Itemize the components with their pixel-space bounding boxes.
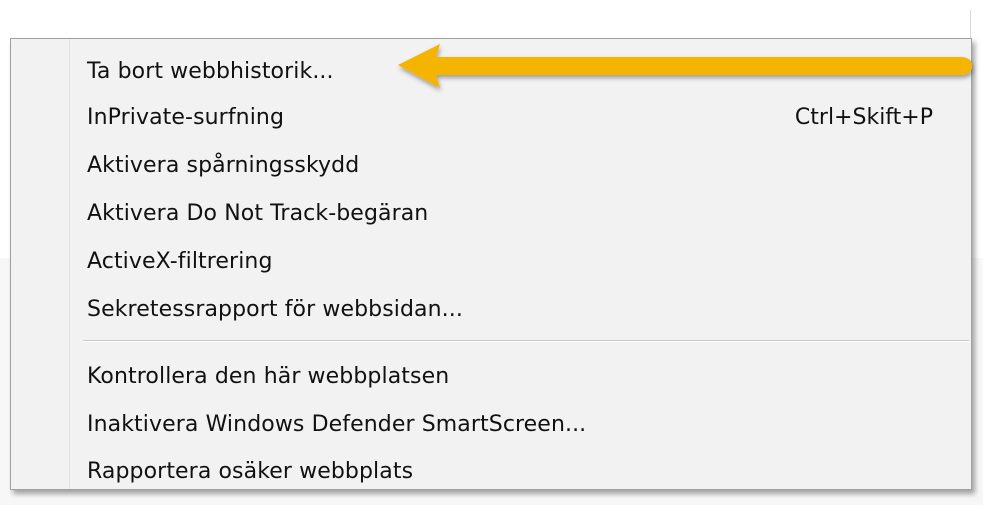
menu-item-label: Aktivera Do Not Track-begäran <box>87 201 429 226</box>
menu-item-report-unsafe-website[interactable]: Rapportera osäker webbplats <box>11 449 971 499</box>
menu-item-label: Ta bort webbhistorik... <box>87 59 334 84</box>
menu-item-label: ActiveX-filtrering <box>87 249 273 274</box>
menu-separator-highlight <box>83 341 969 342</box>
menu-item-shortcut: Ctrl+Skift+P <box>794 105 933 130</box>
menu-item-activex-filtering[interactable]: ActiveX-filtrering <box>11 239 971 289</box>
menu-item-label: InPrivate-surfning <box>87 105 285 130</box>
arrow-left-icon <box>398 44 972 88</box>
menu-item-label: Rapportera osäker webbplats <box>87 459 414 484</box>
menu-item-do-not-track[interactable]: Aktivera Do Not Track-begäran <box>11 191 971 241</box>
security-context-menu: Ta bort webbhistorik... InPrivate-surfni… <box>10 38 972 490</box>
menu-item-label: Sekretessrapport för webbsidan... <box>87 297 463 322</box>
menu-item-label: Aktivera spårningsskydd <box>87 153 360 178</box>
menu-item-inprivate-browsing[interactable]: InPrivate-surfning Ctrl+Skift+P <box>11 95 971 145</box>
menu-item-label: Kontrollera den här webbplatsen <box>87 364 450 389</box>
screenshot-stage: Ta bort webbhistorik... InPrivate-surfni… <box>0 0 983 505</box>
menu-item-privacy-report[interactable]: Sekretessrapport för webbsidan... <box>11 287 971 337</box>
menu-item-tracking-protection[interactable]: Aktivera spårningsskydd <box>11 143 971 193</box>
menu-item-label: Inaktivera Windows Defender SmartScreen.… <box>87 412 587 437</box>
menu-item-check-website[interactable]: Kontrollera den här webbplatsen <box>11 354 971 404</box>
menu-item-disable-smartscreen[interactable]: Inaktivera Windows Defender SmartScreen.… <box>11 402 971 452</box>
